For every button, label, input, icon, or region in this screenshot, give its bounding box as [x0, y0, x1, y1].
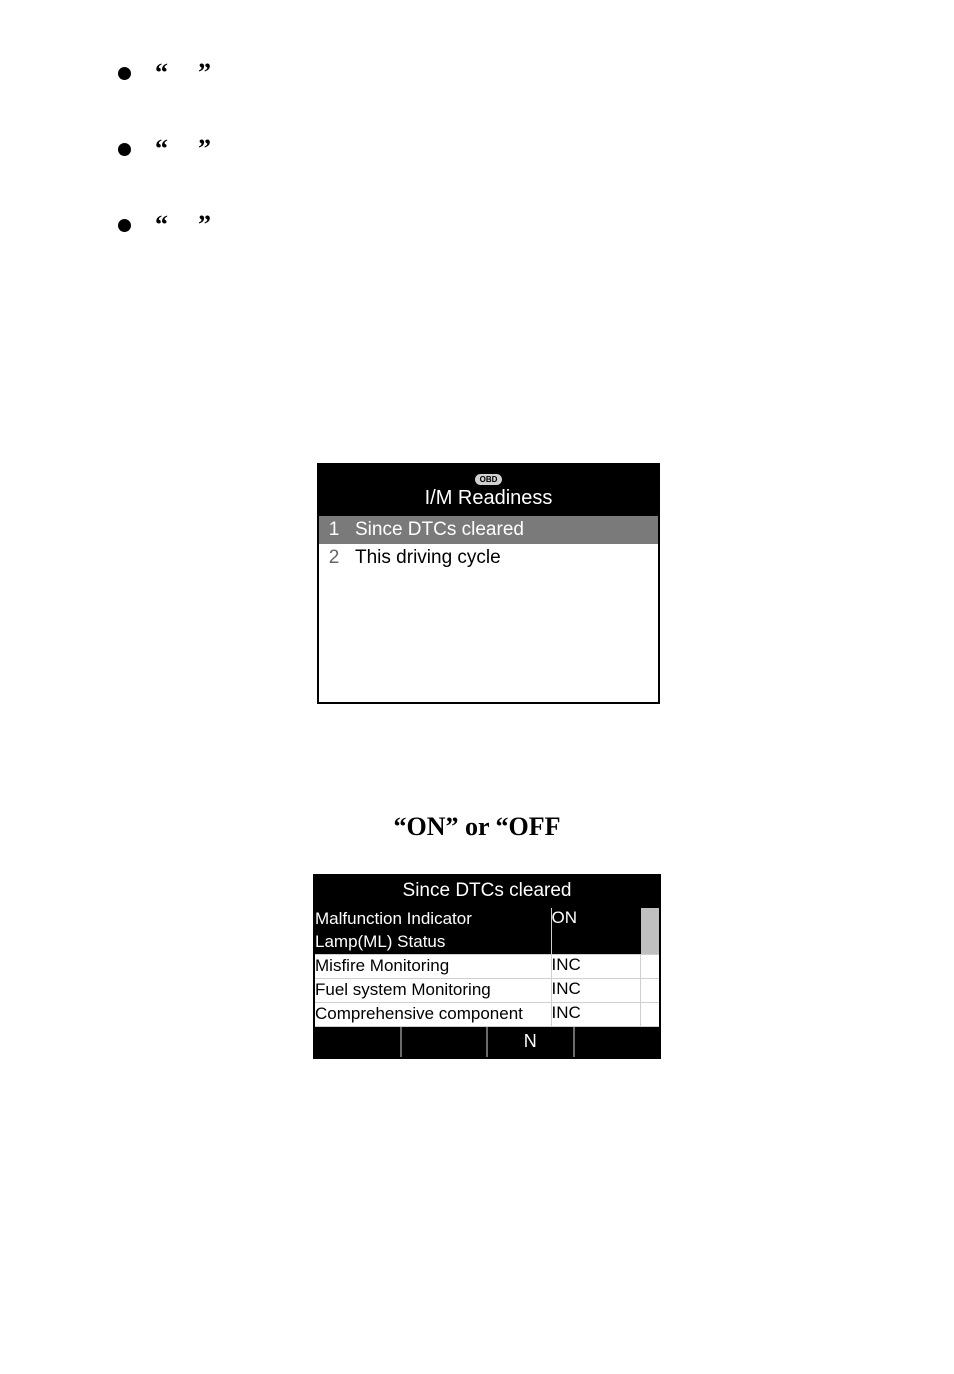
row-value: INC: [551, 978, 641, 1002]
footer-segment[interactable]: [575, 1027, 660, 1057]
bullet-quotes: “”: [155, 210, 213, 240]
row-label: Since DTCs cleared: [349, 516, 658, 544]
bullet-item: “”: [118, 210, 213, 240]
left-quote: “: [155, 210, 170, 239]
scroll-indicator: [641, 954, 660, 978]
row-label: This driving cycle: [349, 544, 658, 572]
table-row: Misfire Monitoring INC: [315, 954, 659, 978]
screen-header: OBD I/M Readiness: [319, 465, 658, 516]
row-label: Comprehensive component: [315, 1002, 551, 1026]
row-label: Misfire Monitoring: [315, 954, 551, 978]
bullet-item: “”: [118, 134, 213, 164]
footer-bar: N: [315, 1027, 659, 1057]
bullet-dot-icon: [118, 219, 131, 232]
bullet-dot-icon: [118, 67, 131, 80]
left-quote: “: [155, 58, 170, 87]
bullet-dot-icon: [118, 143, 131, 156]
row-label: Fuel system Monitoring: [315, 978, 551, 1002]
row-label: Malfunction Indicator Lamp(ML) Status: [315, 908, 551, 954]
right-quote: ”: [198, 58, 213, 87]
bullet-item: “”: [118, 58, 213, 88]
row-number: 2: [319, 544, 349, 572]
scroll-indicator: [641, 1002, 660, 1026]
footer-segment-n[interactable]: N: [488, 1027, 575, 1057]
table-row: Malfunction Indicator Lamp(ML) Status ON: [315, 908, 659, 954]
table-row: Comprehensive component INC: [315, 1002, 659, 1026]
im-readiness-screen: OBD I/M Readiness 1 Since DTCs cleared 2…: [317, 463, 660, 704]
on-off-heading: “ON” or “OFF: [0, 812, 954, 842]
screen-title: Since DTCs cleared: [315, 876, 659, 908]
row-value: ON: [551, 908, 641, 954]
scroll-indicator: [641, 908, 660, 954]
status-table: Malfunction Indicator Lamp(ML) Status ON…: [315, 908, 659, 1027]
right-quote: ”: [198, 134, 213, 163]
since-dtcs-cleared-screen: Since DTCs cleared Malfunction Indicator…: [313, 874, 661, 1059]
footer-segment[interactable]: [315, 1027, 402, 1057]
obd-badge: OBD: [475, 474, 503, 485]
screen-title: I/M Readiness: [425, 487, 553, 509]
left-quote: “: [155, 134, 170, 163]
menu-item-since-dtcs-cleared[interactable]: 1 Since DTCs cleared: [319, 516, 658, 544]
table-row: Fuel system Monitoring INC: [315, 978, 659, 1002]
footer-segment[interactable]: [402, 1027, 489, 1057]
bullet-quotes: “”: [155, 134, 213, 164]
row-number: 1: [319, 516, 349, 544]
scroll-indicator: [641, 978, 660, 1002]
row-value: INC: [551, 1002, 641, 1026]
bullet-quotes: “”: [155, 58, 213, 88]
right-quote: ”: [198, 210, 213, 239]
row-value: INC: [551, 954, 641, 978]
menu-item-this-driving-cycle[interactable]: 2 This driving cycle: [319, 544, 658, 572]
bullet-list: “” “” “”: [118, 58, 213, 286]
empty-area: [319, 572, 658, 702]
